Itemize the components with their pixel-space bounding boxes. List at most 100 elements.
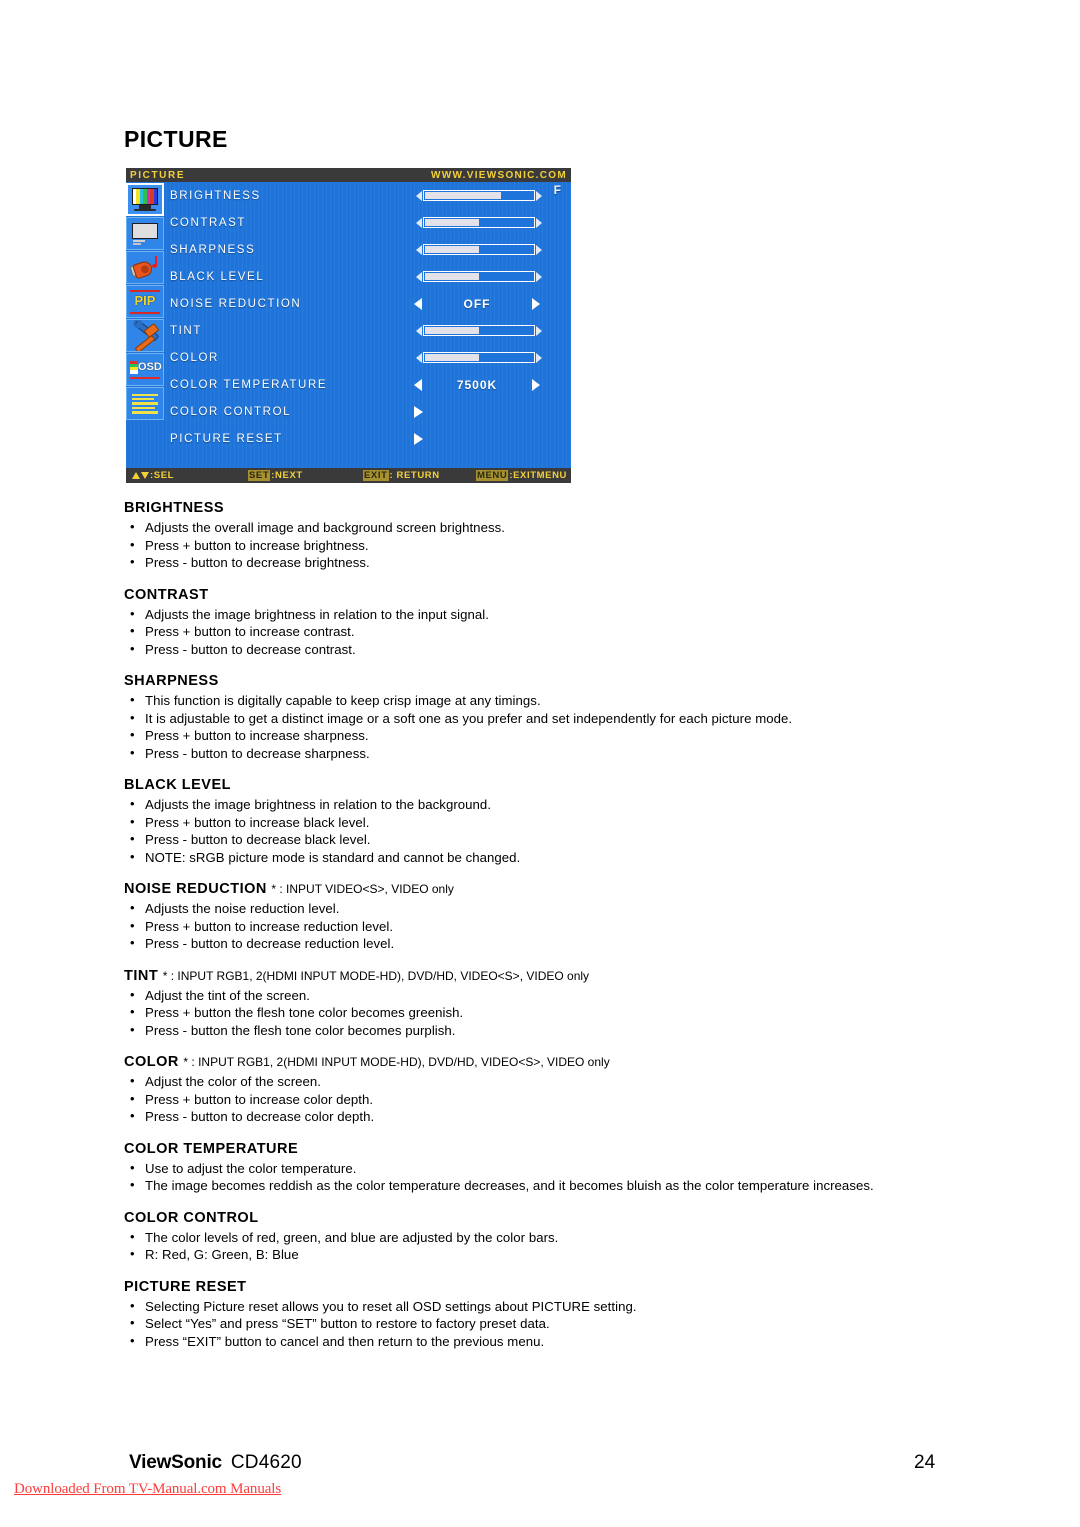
list-item: Selecting Picture reset allows you to re… <box>124 1297 1004 1316</box>
osd-control-picture-reset[interactable] <box>375 425 569 452</box>
osd-row-brightness[interactable]: BRIGHTNESS <box>170 182 569 209</box>
increase-arrow-icon[interactable] <box>536 352 542 363</box>
next-option-arrow-icon[interactable] <box>532 297 540 310</box>
osd-row-color-control[interactable]: COLOR CONTROL <box>170 398 569 425</box>
brightness-slider[interactable] <box>423 190 535 201</box>
section-bullets: Use to adjust the color temperature. The… <box>124 1159 1004 1195</box>
section-note: * : INPUT VIDEO<S>, VIDEO only <box>271 882 454 896</box>
osd-header: PICTURE WWW.VIEWSONIC.COM <box>126 168 571 182</box>
osd-control-color-temperature[interactable]: 7500K <box>375 371 569 398</box>
section-color-temperature: COLOR TEMPERATURE Use to adjust the colo… <box>124 1140 1004 1195</box>
osd-control-tint[interactable] <box>375 317 569 344</box>
next-option-arrow-icon[interactable] <box>532 378 540 391</box>
osd-row-picture-reset[interactable]: PICTURE RESET <box>170 425 569 452</box>
list-item: Adjusts the overall image and background… <box>124 518 1004 537</box>
osd-control-noise-reduction[interactable]: OFF <box>375 290 569 317</box>
osd-row-contrast[interactable]: CONTRAST <box>170 209 569 236</box>
osd-hint-next-text: :NEXT <box>271 470 303 481</box>
osd-row-sharpness[interactable]: SHARPNESS <box>170 236 569 263</box>
decrease-arrow-icon[interactable] <box>416 352 422 363</box>
section-bullets: Adjust the color of the screen. Press + … <box>124 1072 1004 1126</box>
section-color: COLOR * : INPUT RGB1, 2(HDMI INPUT MODE-… <box>124 1053 1004 1126</box>
list-item: Press + button to increase black level. <box>124 813 1004 832</box>
decrease-arrow-icon[interactable] <box>416 244 422 255</box>
arrow-up-icon <box>132 472 140 479</box>
osd-control-color[interactable] <box>375 344 569 371</box>
osd-row-color-temperature[interactable]: COLOR TEMPERATURE 7500K <box>170 371 569 398</box>
footer-brand-name: ViewSonic <box>129 1452 222 1473</box>
sidebar-item-picture[interactable] <box>126 183 164 216</box>
sidebar-item-pip[interactable]: PIP <box>126 285 164 318</box>
osd-hint-select: :SEL <box>132 470 174 481</box>
multi-display-list-icon <box>132 393 158 414</box>
section-tint: TINT * : INPUT RGB1, 2(HDMI INPUT MODE-H… <box>124 967 1004 1040</box>
sharpness-slider[interactable] <box>423 244 535 255</box>
list-item: Adjust the color of the screen. <box>124 1072 1004 1091</box>
submenu-arrow-icon[interactable] <box>414 405 423 418</box>
osd-key-set: SET <box>248 470 271 481</box>
tint-slider[interactable] <box>423 325 535 336</box>
list-item: Press - button to decrease black level. <box>124 830 1004 849</box>
download-source-link[interactable]: Downloaded From TV-Manual.com Manuals <box>14 1481 281 1498</box>
sidebar-item-osd[interactable]: OSD <box>126 353 164 386</box>
color-slider[interactable] <box>423 352 535 363</box>
picture-colorbars-icon <box>131 187 159 212</box>
section-heading-text: NOISE REDUCTION <box>124 881 267 897</box>
decrease-arrow-icon[interactable] <box>416 217 422 228</box>
osd-hint-return: EXIT: RETURN <box>363 470 440 481</box>
section-heading-text: BLACK LEVEL <box>124 777 231 793</box>
osd-header-title: PICTURE <box>130 169 186 181</box>
section-heading-text: SHARPNESS <box>124 673 219 689</box>
increase-arrow-icon[interactable] <box>536 244 542 255</box>
pip-icon-label: PIP <box>134 292 156 308</box>
osd-status-bar: :SEL SET:NEXT EXIT: RETURN MENU:EXITMENU <box>126 468 571 483</box>
increase-arrow-icon[interactable] <box>536 325 542 336</box>
list-item: Press - button the flesh tone color beco… <box>124 1021 1004 1040</box>
osd-row-color[interactable]: COLOR <box>170 344 569 371</box>
section-brightness: BRIGHTNESS Adjusts the overall image and… <box>124 499 1004 572</box>
osd-label-brightness: BRIGHTNESS <box>170 189 261 202</box>
osd-header-url: WWW.VIEWSONIC.COM <box>431 169 567 181</box>
decrease-arrow-icon[interactable] <box>416 271 422 282</box>
sidebar-item-multi-display[interactable] <box>126 387 164 420</box>
osd-sidebar: PIP OSD <box>126 182 166 468</box>
section-black-level: BLACK LEVEL Adjusts the image brightness… <box>124 776 1004 866</box>
osd-row-tint[interactable]: TINT <box>170 317 569 344</box>
section-bullets: This function is digitally capable to ke… <box>124 691 1004 762</box>
previous-option-arrow-icon[interactable] <box>414 297 422 310</box>
osd-control-brightness[interactable] <box>375 182 569 209</box>
section-heading-text: PICTURE RESET <box>124 1278 247 1295</box>
list-item: R: Red, G: Green, B: Blue <box>124 1245 1004 1264</box>
osd-row-noise-reduction[interactable]: NOISE REDUCTION OFF <box>170 290 569 317</box>
sidebar-item-screen[interactable] <box>126 217 164 250</box>
section-heading-text: BRIGHTNESS <box>124 500 225 516</box>
osd-label-black-level: BLACK LEVEL <box>170 270 265 283</box>
list-item: Press - button to decrease reduction lev… <box>124 934 1004 953</box>
submenu-arrow-icon[interactable] <box>414 432 423 445</box>
osd-control-contrast[interactable] <box>375 209 569 236</box>
tools-icon <box>130 320 160 351</box>
increase-arrow-icon[interactable] <box>536 190 542 201</box>
decrease-arrow-icon[interactable] <box>416 325 422 336</box>
increase-arrow-icon[interactable] <box>536 217 542 228</box>
osd-control-sharpness[interactable] <box>375 236 569 263</box>
osd-control-color-control[interactable] <box>375 398 569 425</box>
increase-arrow-icon[interactable] <box>536 271 542 282</box>
previous-option-arrow-icon[interactable] <box>414 378 422 391</box>
osd-control-black-level[interactable] <box>375 263 569 290</box>
sidebar-item-configuration[interactable] <box>126 319 164 352</box>
osd-key-exit: EXIT <box>363 470 389 481</box>
decrease-arrow-icon[interactable] <box>416 190 422 201</box>
list-item: It is adjustable to get a distinct image… <box>124 709 1004 728</box>
footer-page-number: 24 <box>914 1452 936 1473</box>
osd-row-black-level[interactable]: BLACK LEVEL <box>170 263 569 290</box>
sidebar-item-audio[interactable] <box>126 251 164 284</box>
contrast-slider[interactable] <box>423 217 535 228</box>
list-item: Press + button to increase sharpness. <box>124 726 1004 745</box>
osd-icon-label: OSD <box>138 360 162 373</box>
list-item: The color levels of red, green, and blue… <box>124 1228 1004 1247</box>
black-level-slider[interactable] <box>423 271 535 282</box>
section-heading: COLOR * : INPUT RGB1, 2(HDMI INPUT MODE-… <box>124 1053 1004 1071</box>
osd-label-sharpness: SHARPNESS <box>170 243 256 256</box>
osd-label-tint: TINT <box>170 324 202 337</box>
